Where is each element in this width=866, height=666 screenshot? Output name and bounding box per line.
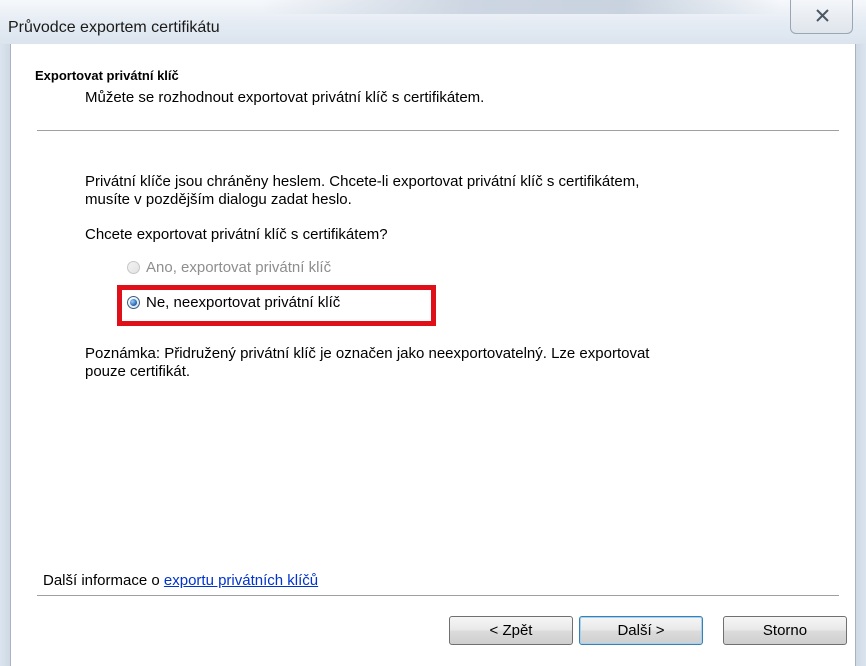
intro-text-line-2: musíte v pozdějším dialogu zadat heslo. xyxy=(85,191,352,208)
more-info-prefix: Další informace o xyxy=(43,572,164,589)
close-button[interactable] xyxy=(790,0,853,34)
note-text-line-2: pouze certifikát. xyxy=(85,363,191,380)
cancel-button[interactable]: Storno xyxy=(723,616,847,645)
radio-export-yes[interactable]: Ano, exportovat privátní klíč xyxy=(127,259,331,276)
question-text: Chcete exportovat privátní klíč s certif… xyxy=(85,226,388,243)
back-button[interactable]: < Zpět xyxy=(449,616,573,645)
footer-divider xyxy=(37,595,839,597)
more-info-text: Další informace o exportu privátních klí… xyxy=(43,572,318,589)
page-subtitle: Můžete se rozhodnout exportovat privátní… xyxy=(85,89,485,106)
note-text-line-1: Poznámka: Přidružený privátní klíč je oz… xyxy=(85,345,650,362)
window-frame-right xyxy=(856,44,866,666)
next-button[interactable]: Další > xyxy=(579,616,703,645)
title-bar-shade xyxy=(260,0,780,14)
page-title: Exportovat privátní klíč xyxy=(35,68,179,83)
close-icon xyxy=(816,9,829,22)
window-frame-left xyxy=(0,44,10,666)
title-bar: Průvodce exportem certifikátu xyxy=(0,0,866,44)
highlight-annotation xyxy=(117,285,436,326)
header-divider xyxy=(37,130,839,132)
more-info-link[interactable]: exportu privátních klíčů xyxy=(164,572,318,589)
window-title: Průvodce exportem certifikátu xyxy=(8,19,220,36)
intro-text-line-1: Privátní klíče jsou chráněny heslem. Chc… xyxy=(85,173,640,190)
radio-button-yes[interactable] xyxy=(127,261,140,274)
radio-label-yes: Ano, exportovat privátní klíč xyxy=(146,259,332,276)
